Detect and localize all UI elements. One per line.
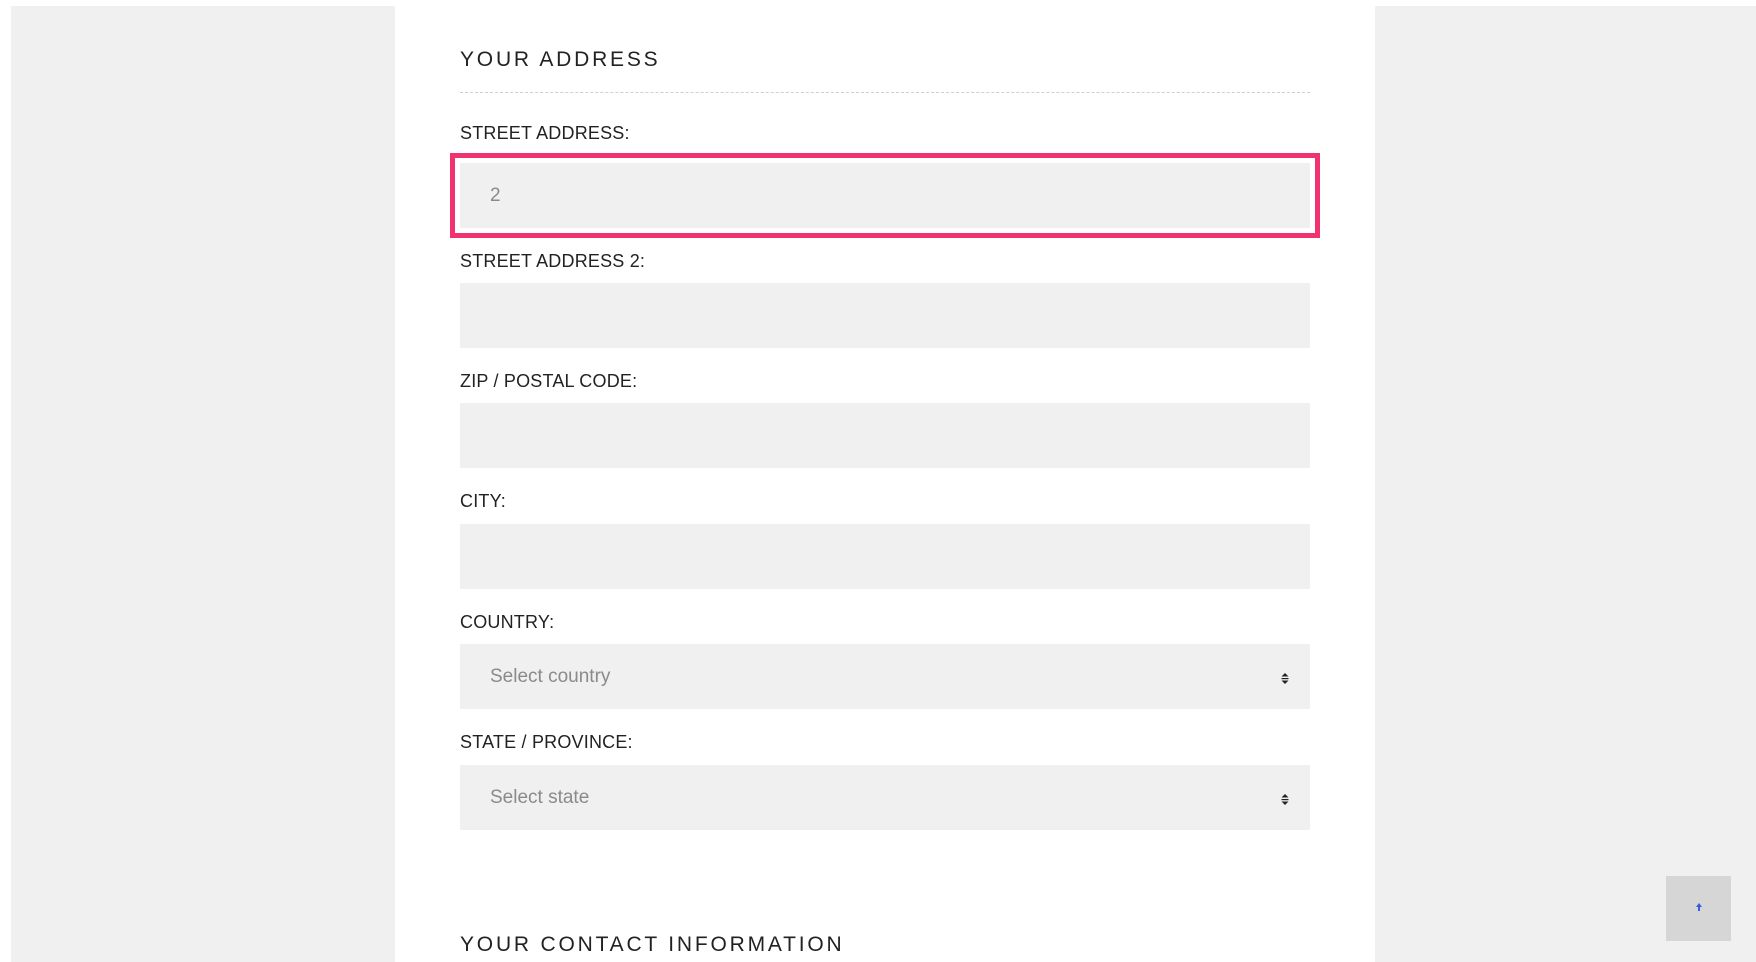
arrow-up-icon: [1694, 900, 1704, 918]
viewport: YOUR ADDRESS STREET ADDRESS: STREET ADDR…: [0, 0, 1756, 962]
city-label: CITY:: [460, 491, 507, 511]
zip-code-label: ZIP / POSTAL CODE:: [460, 371, 638, 391]
section-title-contact-information: YOUR CONTACT INFORMATION: [460, 933, 845, 956]
address-form-card: YOUR ADDRESS STREET ADDRESS: STREET ADDR…: [395, 6, 1375, 962]
street-address-input[interactable]: [460, 163, 1310, 228]
section-title-your-address: YOUR ADDRESS: [460, 48, 661, 71]
state-select-placeholder: Select state: [490, 786, 590, 808]
state-province-label: STATE / PROVINCE:: [460, 732, 633, 752]
street-address-label: STREET ADDRESS:: [460, 123, 630, 143]
city-input[interactable]: [460, 524, 1310, 589]
country-label: COUNTRY:: [460, 612, 555, 632]
state-select[interactable]: Select state: [460, 765, 1310, 830]
scroll-to-top-button[interactable]: [1666, 876, 1731, 941]
street-address-2-input[interactable]: [460, 283, 1310, 348]
section-divider: [460, 92, 1310, 93]
country-select[interactable]: Select country: [460, 644, 1310, 709]
country-select-placeholder: Select country: [490, 665, 611, 687]
sort-arrows-icon: [1280, 791, 1290, 805]
street-address-2-label: STREET ADDRESS 2:: [460, 251, 646, 271]
sort-arrows-icon: [1280, 670, 1290, 684]
zip-code-input[interactable]: [460, 403, 1310, 468]
